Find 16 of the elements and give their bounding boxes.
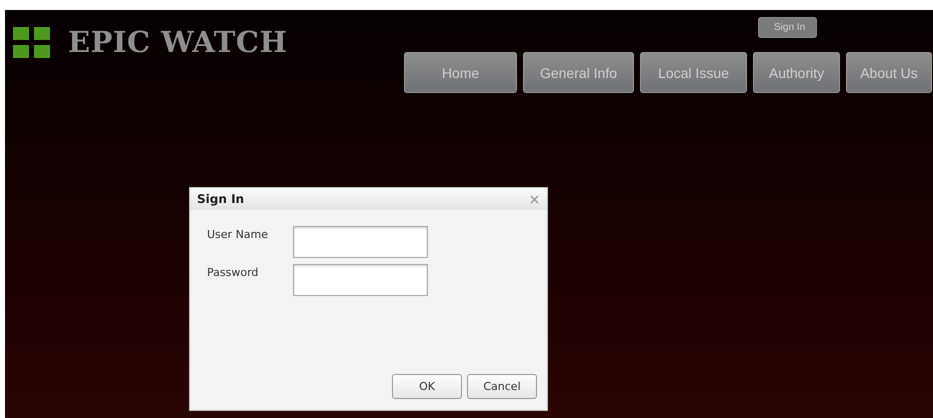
nav-button[interactable]: Home (404, 52, 517, 93)
nav-button[interactable]: Local Issue (640, 52, 747, 93)
nav-button[interactable]: Authority (753, 52, 840, 93)
input-field[interactable] (293, 264, 428, 296)
nav-button[interactable]: About Us (846, 52, 932, 93)
close-icon[interactable] (530, 194, 539, 204)
dialog-title: Sign In (197, 192, 244, 206)
site-title: EPIC WATCH (68, 25, 288, 59)
sign-in-button[interactable]: Sign In (758, 17, 817, 38)
nav-button[interactable]: General Info (523, 52, 634, 93)
field-label: Password (207, 265, 260, 279)
logo-icon (13, 26, 50, 58)
dialog-button[interactable]: OK (392, 374, 462, 399)
field-label: User Name (207, 227, 270, 241)
input-field[interactable] (293, 226, 428, 258)
dialog-button[interactable]: Cancel (467, 374, 537, 399)
